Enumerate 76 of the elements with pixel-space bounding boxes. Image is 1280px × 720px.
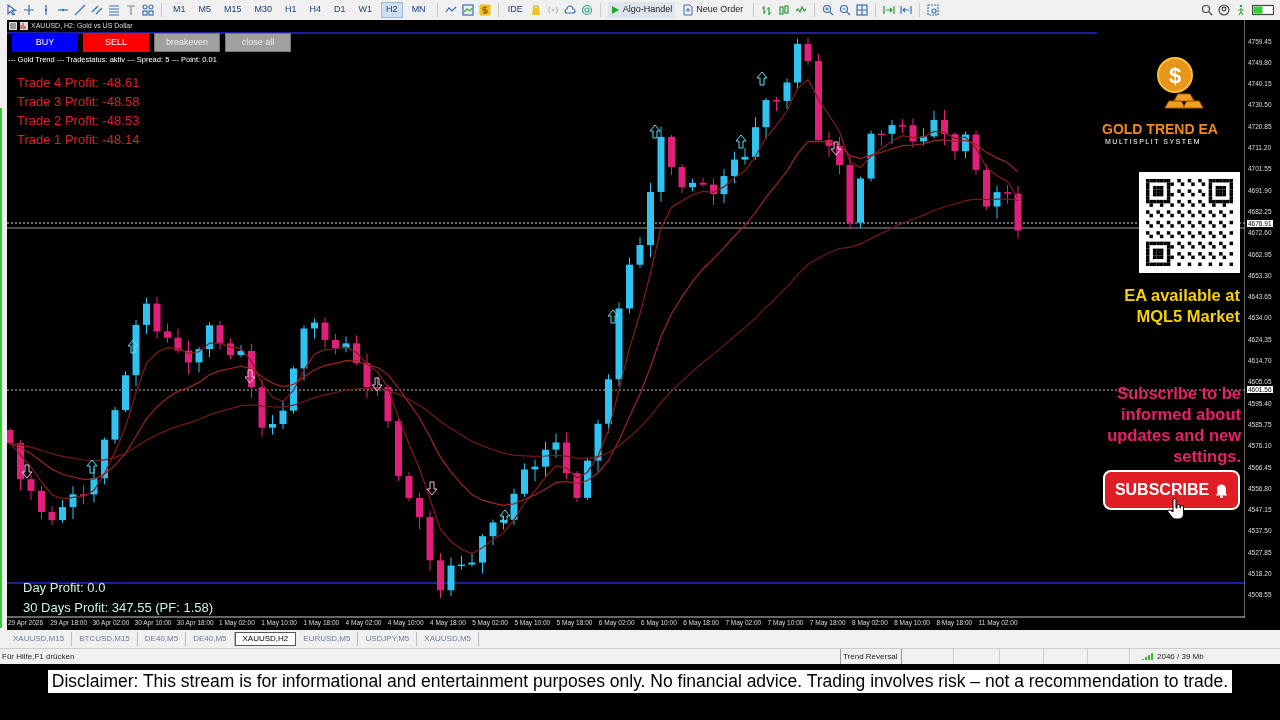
brand-title: GOLD TREND EA xyxy=(1102,120,1218,139)
timeframe-button[interactable]: M5 xyxy=(194,2,216,18)
channel-icon[interactable] xyxy=(91,4,103,16)
availability-text: EA available at MQL5 Market xyxy=(1123,285,1240,327)
bullion-bars-icon xyxy=(1163,91,1205,109)
timeframe-button[interactable]: MN xyxy=(407,2,430,18)
up-arrow-icon xyxy=(649,124,661,139)
connection-bars-icon xyxy=(1142,652,1154,661)
grid-icon[interactable] xyxy=(856,4,869,16)
day-profit-text: Day Profit: 0.0 xyxy=(23,579,107,597)
crosshair-icon[interactable] xyxy=(23,4,35,16)
fibonacci-icon[interactable] xyxy=(108,4,120,16)
ide-button[interactable]: IDE xyxy=(505,3,525,17)
chart-tab[interactable]: EURUSD,M5 xyxy=(296,632,359,646)
trade-profit-text: Trade 3 Profit: -48.58 xyxy=(17,93,140,111)
new-order-button[interactable]: Neue Order xyxy=(680,2,747,18)
dollar-icon[interactable] xyxy=(478,4,491,16)
battery-icon[interactable] xyxy=(1252,4,1274,16)
timeframe-button[interactable]: M1 xyxy=(169,2,190,18)
help-text: Für Hilfe,F1 drücken xyxy=(1,650,76,663)
trendline-icon[interactable] xyxy=(74,4,86,16)
memory-text: 2046 / 39 Mb xyxy=(1157,650,1204,663)
timeframe-button[interactable]: D1 xyxy=(330,2,350,18)
template-icon[interactable] xyxy=(461,4,474,16)
timeframe-button[interactable]: H2 xyxy=(381,2,403,18)
document-plus-icon xyxy=(683,4,694,16)
coin-logo: $ xyxy=(1157,57,1193,93)
chart-tab[interactable]: XAUUSD,M5 xyxy=(417,632,479,646)
trade-profit-text: Trade 2 Profit: -48.53 xyxy=(17,112,140,130)
chart-tab[interactable]: DE40,M5 xyxy=(186,632,235,646)
screenshot-icon[interactable] xyxy=(927,4,940,16)
timeframe-button[interactable]: W1 xyxy=(354,2,377,18)
down-arrow-icon xyxy=(371,377,383,392)
trade-profit-text: Trade 4 Profit: -48.61 xyxy=(17,74,140,92)
timeframe-button[interactable]: H1 xyxy=(281,2,301,18)
algo-trading-button[interactable]: Algo-Handel xyxy=(607,2,676,18)
period-profit-text: 30 Days Profit: 347.55 (PF: 1.58) xyxy=(23,599,214,617)
trade-button[interactable]: BUY xyxy=(12,33,78,52)
zoom-out-icon[interactable] xyxy=(839,4,852,16)
chart-window-icon xyxy=(9,21,29,31)
search-icon[interactable] xyxy=(1201,4,1213,16)
chart-tab[interactable]: DE40,M5 xyxy=(137,632,187,646)
subscribe-button[interactable]: SUBSCRIBE xyxy=(1103,470,1240,510)
down-arrow-icon xyxy=(830,141,842,156)
chart-tab[interactable]: XAUUSD,M15 xyxy=(6,632,73,646)
chart-tab[interactable]: USDJPY,M5 xyxy=(358,632,418,646)
shapes-icon[interactable] xyxy=(142,4,154,16)
down-arrow-icon xyxy=(21,464,33,479)
up-arrow-icon xyxy=(86,459,98,474)
timeframe-button[interactable]: M30 xyxy=(250,2,277,18)
cloud-icon[interactable] xyxy=(563,4,576,16)
down-arrow-icon xyxy=(426,481,438,496)
up-arrow-icon xyxy=(607,309,619,324)
zoom-in-icon[interactable] xyxy=(822,4,835,16)
chart-shift-icon[interactable] xyxy=(900,4,913,16)
timeframe-button[interactable]: H4 xyxy=(305,2,326,18)
subscribe-text: Subscribe to be informed about updates and new settings. xyxy=(1106,383,1241,467)
chart-tab[interactable]: XAUUSD,H2 xyxy=(234,632,297,646)
up-arrow-icon xyxy=(499,509,511,524)
cursor-icon[interactable] xyxy=(6,4,18,16)
signal-person-icon[interactable] xyxy=(1235,4,1247,16)
hand-cursor-icon xyxy=(1167,498,1187,520)
play-icon xyxy=(610,5,620,15)
trade-profit-text: Trade 1 Profit: -48.14 xyxy=(17,131,140,149)
bar-chart-icon[interactable] xyxy=(761,4,774,16)
timeframe-button[interactable]: M15 xyxy=(220,2,246,18)
trade-button[interactable]: SELL xyxy=(83,33,149,52)
up-arrow-icon xyxy=(127,339,139,354)
autoscroll-icon[interactable] xyxy=(883,4,896,16)
up-arrow-icon xyxy=(756,71,768,86)
bell-icon xyxy=(1215,482,1229,498)
up-arrow-icon xyxy=(735,134,747,149)
candlestick-icon[interactable] xyxy=(778,4,791,16)
down-arrow-icon xyxy=(244,369,256,384)
chart-tab[interactable]: BTCUSD,M15 xyxy=(72,632,138,646)
disclaimer-text: Disclaimer: This stream is for informational and entertainment purposes only. No financial advice. Trading involves risk – not a recommendation to trade. xyxy=(47,670,1233,693)
